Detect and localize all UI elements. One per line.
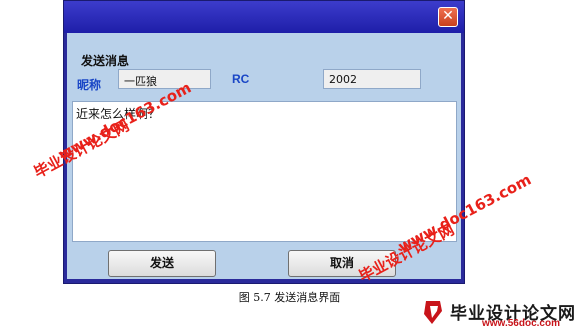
logo-mark-icon bbox=[424, 301, 442, 324]
close-button[interactable]: ✕ bbox=[438, 7, 458, 27]
logo-url: www.56doc.com bbox=[482, 318, 560, 329]
rc-field[interactable]: 2002 bbox=[323, 69, 421, 89]
section-title: 发送消息 bbox=[81, 54, 130, 68]
rc-label: RC bbox=[232, 72, 250, 86]
site-logo: 毕业设计论文网 www.56doc.com bbox=[420, 298, 579, 331]
title-bar[interactable]: ✕ bbox=[64, 1, 464, 33]
send-button[interactable]: 发送 bbox=[108, 250, 216, 277]
close-icon: ✕ bbox=[442, 8, 454, 24]
nickname-label: 昵称 bbox=[77, 78, 102, 92]
nickname-field[interactable]: 一匹狼 bbox=[118, 69, 211, 89]
